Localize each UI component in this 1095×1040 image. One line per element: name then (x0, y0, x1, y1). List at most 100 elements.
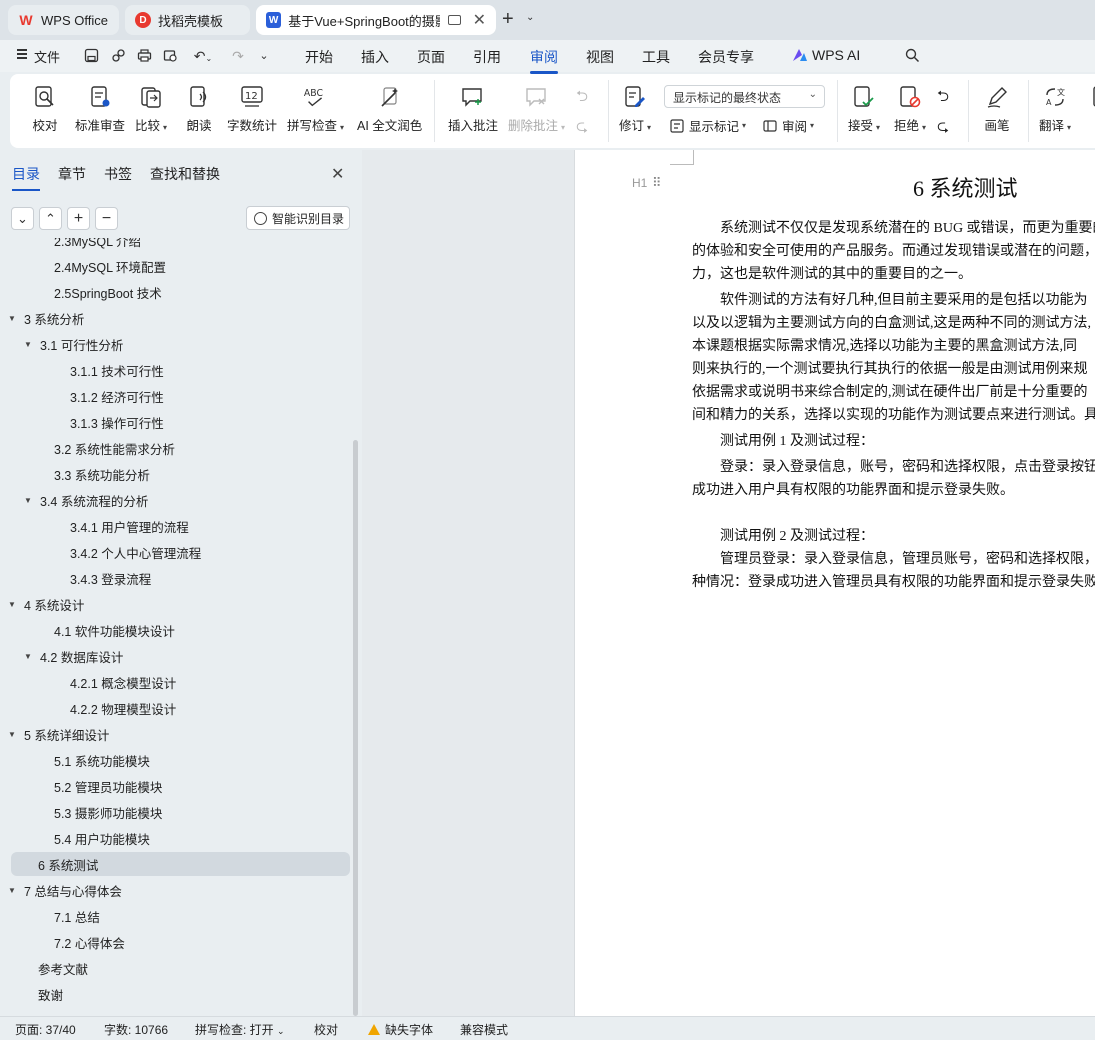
tab-wps-office[interactable]: W WPS Office (8, 5, 119, 35)
toc-item[interactable]: 3.4.3 登录流程 (70, 566, 151, 590)
smart-toc-button[interactable]: 智能识别目录 (246, 206, 350, 230)
menu-insert[interactable]: 插入 (361, 47, 389, 67)
expand-triangle-icon[interactable]: ▼ (24, 340, 40, 349)
menu-home[interactable]: 开始 (305, 47, 333, 67)
accept-button[interactable]: 接受 ▾ (848, 84, 880, 134)
nav-tab-toc[interactable]: 目录 (12, 164, 40, 191)
menu-page[interactable]: 页面 (417, 47, 445, 67)
tab-docer-templates[interactable]: D 找稻壳模板 (125, 5, 250, 35)
toc-item[interactable]: 2.4MySQL 环境配置 (54, 254, 166, 278)
proofread-status[interactable]: 校对 (314, 1021, 338, 1038)
toc-item[interactable]: 致谢 (38, 982, 63, 1006)
nav-tab-bookmarks[interactable]: 书签 (104, 164, 132, 184)
toc-item[interactable]: 5.3 摄影师功能模块 (54, 800, 162, 824)
expand-triangle-icon[interactable]: ▼ (8, 730, 24, 739)
menu-wps-ai[interactable]: WPS AI (812, 47, 860, 63)
tab-current-document[interactable]: W 基于Vue+SpringBoot的摄影 ✕ (256, 5, 496, 35)
chevron-up-icon[interactable]: ⌃ (39, 207, 62, 230)
share-link-icon[interactable] (110, 48, 126, 64)
expand-triangle-icon[interactable]: ▼ (24, 496, 40, 505)
toc-item[interactable]: ▼ 4.2 数据库设计 (24, 644, 123, 668)
close-icon[interactable]: ✕ (473, 10, 486, 30)
track-changes-button[interactable]: 修订 ▾ (619, 84, 651, 134)
toc-item[interactable]: 4.2.2 物理模型设计 (70, 696, 176, 720)
toc-item[interactable]: 参考文献 (38, 956, 88, 980)
toc-item[interactable]: 3.3 系统功能分析 (54, 462, 150, 486)
redo-icon[interactable]: ↷ (230, 48, 246, 64)
toc-item[interactable]: 3.4.2 个人中心管理流程 (70, 540, 201, 564)
toc-item[interactable]: ▼ 3.1 可行性分析 (24, 332, 123, 356)
menu-references[interactable]: 引用 (473, 47, 501, 67)
expand-triangle-icon[interactable]: ▼ (8, 886, 24, 895)
menu-file[interactable]: 文件 (34, 47, 60, 66)
toc-item[interactable]: ▼ 4 系统设计 (8, 592, 84, 616)
toc-item[interactable]: 5.4 用户功能模块 (54, 826, 150, 850)
ai-polish-button[interactable]: AI 全文润色 (357, 84, 422, 134)
toc-item[interactable]: 3.1.2 经济可行性 (70, 384, 164, 408)
next-comment-icon[interactable]: ⮎ (576, 116, 588, 141)
toc-item[interactable]: ▼ 7 总结与心得体会 (8, 878, 122, 902)
save-icon[interactable] (83, 48, 99, 64)
delete-comment-button[interactable]: 删除批注 ▾ (508, 84, 565, 134)
proofread-button[interactable]: 校对 (32, 84, 58, 134)
collapse-all-chevron-down-icon[interactable]: ⌄ (11, 207, 34, 230)
toc-item[interactable]: 4.2.1 概念模型设计 (70, 670, 176, 694)
word-count[interactable]: 字数: 10766 (104, 1021, 168, 1038)
undo-icon[interactable]: ↶⌄ (190, 48, 216, 64)
toc-item[interactable]: 3.4.1 用户管理的流程 (70, 514, 189, 538)
toc-item[interactable]: ▼ 3 系统分析 (8, 306, 84, 330)
previous-comment-icon[interactable]: ⮌ (576, 86, 588, 111)
print-icon[interactable] (136, 48, 152, 64)
toc-item[interactable]: 5.1 系统功能模块 (54, 748, 150, 772)
toc-item[interactable]: ▼ 5 系统详细设计 (8, 722, 109, 746)
toc-item[interactable]: 2.5SpringBoot 技术 (54, 280, 162, 304)
toc-item[interactable]: 7.1 总结 (54, 904, 100, 928)
toc-item[interactable]: 3.1.3 操作可行性 (70, 410, 164, 434)
standard-review-button[interactable]: 标准审查 (75, 84, 125, 134)
more-ribbon-icon[interactable] (1086, 84, 1095, 115)
menu-view[interactable]: 视图 (586, 47, 614, 67)
page-count[interactable]: 页面: 37/40 (15, 1021, 76, 1038)
toc-scrollbar[interactable] (353, 440, 358, 1016)
compare-button[interactable]: 比较 ▾ (135, 84, 167, 134)
expand-triangle-icon[interactable]: ▼ (8, 314, 24, 323)
menu-tools[interactable]: 工具 (642, 47, 670, 67)
plus-icon[interactable]: + (67, 207, 90, 230)
drag-handle-icon[interactable]: ⠿ (652, 175, 661, 191)
markup-display-select[interactable]: 显示标记的最终状态 ⌄ (664, 85, 825, 108)
quick-access-more-icon[interactable]: ⌄ (256, 48, 272, 64)
search-icon[interactable] (904, 48, 920, 64)
next-change-icon[interactable]: ⮎ (937, 116, 949, 141)
nav-tab-find-replace[interactable]: 查找和替换 (150, 164, 220, 184)
previous-change-icon[interactable]: ⮌ (937, 86, 949, 111)
expand-triangle-icon[interactable]: ▼ (24, 652, 40, 661)
reject-button[interactable]: 拒绝 ▾ (894, 84, 926, 134)
print-preview-icon[interactable] (162, 48, 178, 64)
review-pane-button[interactable]: 审阅 ▾ (763, 116, 814, 135)
minus-icon[interactable]: − (95, 207, 118, 230)
show-markup-button[interactable]: 显示标记 ▾ (670, 116, 746, 135)
toc-item[interactable]: 3.2 系统性能需求分析 (54, 436, 175, 460)
word-count-button[interactable]: 12 字数统计 (227, 84, 277, 134)
insert-comment-button[interactable]: 插入批注 (448, 84, 498, 134)
toc-item[interactable]: 2.3MySQL 介绍 (54, 238, 141, 252)
pen-button[interactable]: 画笔 (984, 84, 1010, 134)
spell-check-status[interactable]: 拼写检查: 打开 ⌄ (195, 1021, 285, 1038)
expand-triangle-icon[interactable]: ▼ (8, 600, 24, 609)
chevron-down-icon[interactable]: ⌄ (526, 12, 534, 23)
missing-font-status[interactable]: 缺失字体 (368, 1021, 433, 1038)
toc-item[interactable]: ▼ 3.4 系统流程的分析 (24, 488, 148, 512)
toc-item[interactable]: 7.2 心得体会 (54, 930, 125, 954)
new-tab-plus-icon[interactable]: + (502, 8, 514, 30)
translate-button[interactable]: A文 翻译 ▾ (1039, 84, 1071, 134)
nav-tab-sections[interactable]: 章节 (58, 164, 86, 184)
menu-membership[interactable]: 会员专享 (698, 47, 754, 67)
hamburger-menu-icon[interactable] (17, 49, 27, 59)
toc-item[interactable]: 6 系统测试 (11, 852, 350, 876)
toc-item[interactable]: 3.1.1 技术可行性 (70, 358, 164, 382)
heading-level-tag[interactable]: H1 (632, 176, 647, 190)
spell-check-button[interactable]: ABC 拼写检查 ▾ (287, 84, 344, 134)
menu-review[interactable]: 审阅 (530, 47, 558, 74)
monitor-icon[interactable] (448, 15, 461, 25)
toc-item[interactable]: 4.1 软件功能模块设计 (54, 618, 175, 642)
